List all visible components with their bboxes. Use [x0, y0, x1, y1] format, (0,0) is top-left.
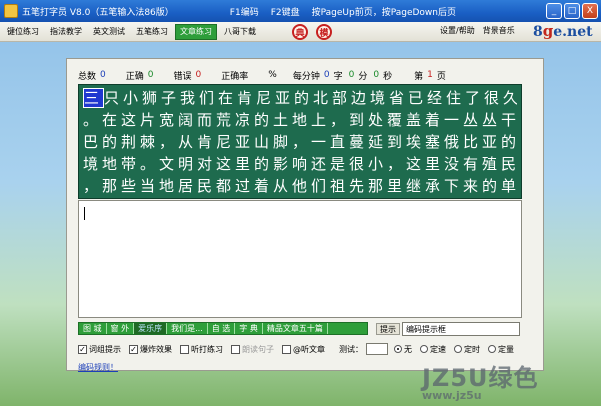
- radio-button[interactable]: [420, 345, 428, 353]
- wrong-value: 0: [195, 70, 202, 80]
- article-item[interactable]: 图 城: [79, 323, 107, 334]
- total-value: 0: [100, 70, 106, 80]
- page-unit: 页: [436, 71, 446, 82]
- article-item[interactable]: 字 典: [235, 323, 263, 334]
- option-phrase-hint[interactable]: ✓ 词组提示: [78, 344, 121, 355]
- checkbox: [231, 344, 240, 354]
- typing-input-area[interactable]: [78, 200, 522, 318]
- total-label: 总数: [78, 71, 97, 82]
- background-music-link[interactable]: 背景音乐: [483, 25, 515, 36]
- app-icon: [4, 4, 18, 18]
- speed-unit: 字: [333, 71, 343, 82]
- window-title: 五笔打字员 V8.0（五笔输入法86版）: [22, 7, 174, 18]
- option-listen-article[interactable]: @听文章: [282, 344, 325, 355]
- site-watermark: JZ5U绿色 www.jz5u: [422, 364, 539, 402]
- seconds-value: 0: [373, 70, 380, 80]
- title-bar: 五笔打字员 V8.0（五笔输入法86版） F1编码 F2键盘 按PageUp前页…: [0, 0, 601, 22]
- article-item[interactable]: 我们是...: [167, 323, 208, 334]
- radio-none[interactable]: 无: [394, 344, 412, 355]
- seconds-unit: 秒: [383, 71, 393, 82]
- radio-button[interactable]: [394, 345, 402, 353]
- classic-seal-icon[interactable]: 典: [292, 24, 308, 40]
- radio-fixed-amount[interactable]: 定量: [488, 344, 514, 355]
- encoding-hint-box[interactable]: [402, 322, 520, 336]
- settings-help-link[interactable]: 设置/帮助: [440, 25, 475, 36]
- tab-article-practice[interactable]: 文章练习: [175, 23, 217, 40]
- speed-label: 每分钟: [292, 71, 320, 82]
- radio-fixed-time[interactable]: 定时: [454, 344, 480, 355]
- article-item[interactable]: 精品文章五十篇: [263, 323, 328, 334]
- correct-label: 正确: [125, 71, 144, 82]
- checkbox[interactable]: [180, 344, 189, 354]
- stats-bar: 总数 0 正确 0 错误 0 正确率 % 每分钟 0 字 0 分 0 秒 第 1…: [78, 68, 538, 82]
- tab-english-test[interactable]: 英文测试: [89, 24, 129, 40]
- f2-keyboard-hint[interactable]: F2键盘: [271, 5, 300, 18]
- speed-value: 0: [323, 70, 330, 80]
- tab-wubi-practice[interactable]: 五笔练习: [132, 24, 172, 40]
- article-line: 。在这片宽阔而荒凉的土地上，到处覆盖着一丛丛干巴: [83, 111, 517, 129]
- checkbox[interactable]: ✓: [129, 344, 138, 354]
- article-item[interactable]: 自 选: [208, 323, 236, 334]
- test-label: 测试：: [339, 344, 363, 354]
- article-item-selected[interactable]: 爱乐序: [134, 323, 168, 334]
- tab-download[interactable]: 八哥下载: [220, 24, 260, 40]
- page-value: 1: [427, 70, 433, 80]
- radio-button[interactable]: [488, 345, 496, 353]
- right-menu: 设置/帮助 背景音乐: [440, 25, 515, 36]
- page-hint: 按PageUp前页，按PageDown后页: [311, 7, 456, 18]
- f1-encoding-hint[interactable]: F1编码: [230, 5, 259, 18]
- radio-button[interactable]: [454, 345, 462, 353]
- window-controls: _ □ X: [546, 3, 598, 19]
- minutes-unit: 分: [358, 71, 368, 82]
- mode-seal-icon[interactable]: 模: [316, 24, 332, 40]
- article-line: 巴的荆棘，从肯尼亚山脚，一直蔓延到埃塞俄比亚的国: [83, 133, 517, 151]
- article-line: ，那些当地居民都过着从他们祖先那里继承下来的单调: [83, 177, 517, 195]
- options-row: ✓ 词组提示 ✓ 爆炸效果 听打练习 朗读句子 @听文章 测试： 无 定速 定时 定…: [78, 342, 522, 356]
- test-input[interactable]: [366, 343, 388, 355]
- encoding-rules-link[interactable]: 编码规则！: [78, 362, 118, 373]
- option-explode-effect[interactable]: ✓ 爆炸效果: [129, 344, 172, 355]
- minutes-value: 0: [348, 70, 355, 80]
- close-button[interactable]: X: [582, 3, 598, 19]
- checkbox[interactable]: ✓: [78, 344, 87, 354]
- article-item[interactable]: 窗 外: [107, 323, 135, 334]
- article-line: 三只小狮子我们在肯尼亚的北部边境省已经住了很久了: [83, 88, 517, 108]
- tab-fingering[interactable]: 指法教学: [46, 24, 86, 40]
- page-prefix: 第: [414, 71, 424, 82]
- article-text-area: 三只小狮子我们在肯尼亚的北部边境省已经住了很久了 。在这片宽阔而荒凉的土地上，到…: [78, 84, 522, 199]
- text-caret: [84, 207, 85, 220]
- hint-label: 提示: [376, 323, 400, 335]
- rate-unit: %: [268, 70, 277, 80]
- article-selector-strip: 图 城 窗 外 爱乐序 我们是... 自 选 字 典 精品文章五十篇: [78, 322, 368, 335]
- maximize-button[interactable]: □: [564, 3, 580, 19]
- article-line: 境地带。文明对这里的影响还是很小，这里没有殖民者: [83, 155, 517, 173]
- minimize-button[interactable]: _: [546, 3, 562, 19]
- checkbox[interactable]: [282, 344, 291, 354]
- rate-label: 正确率: [221, 71, 249, 82]
- option-dictation[interactable]: 听打练习: [180, 344, 223, 355]
- tab-key-practice[interactable]: 键位练习: [3, 24, 43, 40]
- brand-logo: 8ge.net: [533, 22, 593, 40]
- option-read-sentence: 朗读句子: [231, 344, 274, 355]
- wrong-label: 错误: [173, 71, 192, 82]
- correct-value: 0: [147, 70, 154, 80]
- current-char: 三: [83, 88, 105, 108]
- radio-fixed-speed[interactable]: 定速: [420, 344, 446, 355]
